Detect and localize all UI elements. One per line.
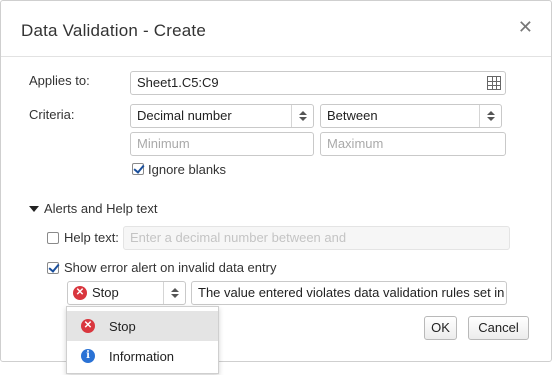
range-select-icon[interactable] [487, 76, 501, 90]
collapse-triangle-icon[interactable] [29, 206, 39, 212]
criteria-type-select[interactable]: Decimal number [130, 104, 314, 128]
dropdown-item-stop[interactable]: ✕ Stop [67, 311, 218, 341]
help-text-input: Enter a decimal number between and [123, 226, 510, 250]
maximum-placeholder: Maximum [327, 136, 384, 151]
stop-icon: ✕ [73, 286, 87, 300]
minimum-input[interactable]: Minimum [130, 132, 314, 156]
applies-to-label: Applies to: [29, 73, 90, 88]
select-arrows-icon [479, 105, 501, 127]
title-bar: Data Validation - Create ✕ [1, 1, 551, 57]
criteria-operator-select[interactable]: Between [320, 104, 502, 128]
stop-icon: ✕ [81, 319, 95, 333]
help-text-checkbox[interactable] [47, 232, 59, 244]
criteria-operator-value: Between [327, 108, 378, 123]
dropdown-item-information[interactable]: i Information [67, 341, 218, 371]
show-error-label: Show error alert on invalid data entry [64, 260, 277, 275]
dropdown-item-label: Stop [109, 319, 136, 334]
alert-style-select[interactable]: ✕ Stop [67, 281, 186, 305]
cancel-button[interactable]: Cancel [468, 316, 529, 340]
select-arrows-icon [163, 282, 185, 304]
alert-style-value: Stop [92, 285, 119, 300]
minimum-placeholder: Minimum [137, 136, 190, 151]
info-icon: i [81, 349, 95, 363]
criteria-label: Criteria: [29, 107, 75, 122]
help-text-placeholder: Enter a decimal number between and [130, 230, 347, 245]
help-text-label: Help text: [64, 230, 119, 245]
error-message-value: The value entered violates data validati… [198, 285, 505, 300]
show-error-checkbox[interactable] [47, 262, 59, 274]
error-message-input[interactable]: The value entered violates data validati… [191, 281, 507, 305]
applies-to-input[interactable]: Sheet1.C5:C9 [130, 71, 506, 95]
select-arrows-icon [291, 105, 313, 127]
dialog-title: Data Validation - Create [21, 21, 206, 40]
criteria-type-value: Decimal number [137, 108, 232, 123]
alert-style-dropdown: ✕ Stop i Information [66, 306, 219, 374]
close-icon[interactable]: ✕ [518, 18, 533, 36]
ignore-blanks-checkbox[interactable] [132, 163, 144, 175]
dropdown-item-label: Information [109, 349, 175, 364]
alerts-section-label[interactable]: Alerts and Help text [44, 201, 157, 216]
ok-button[interactable]: OK [424, 316, 457, 340]
applies-to-value: Sheet1.C5:C9 [137, 75, 219, 90]
ignore-blanks-label: Ignore blanks [148, 162, 227, 177]
maximum-input[interactable]: Maximum [320, 132, 506, 156]
